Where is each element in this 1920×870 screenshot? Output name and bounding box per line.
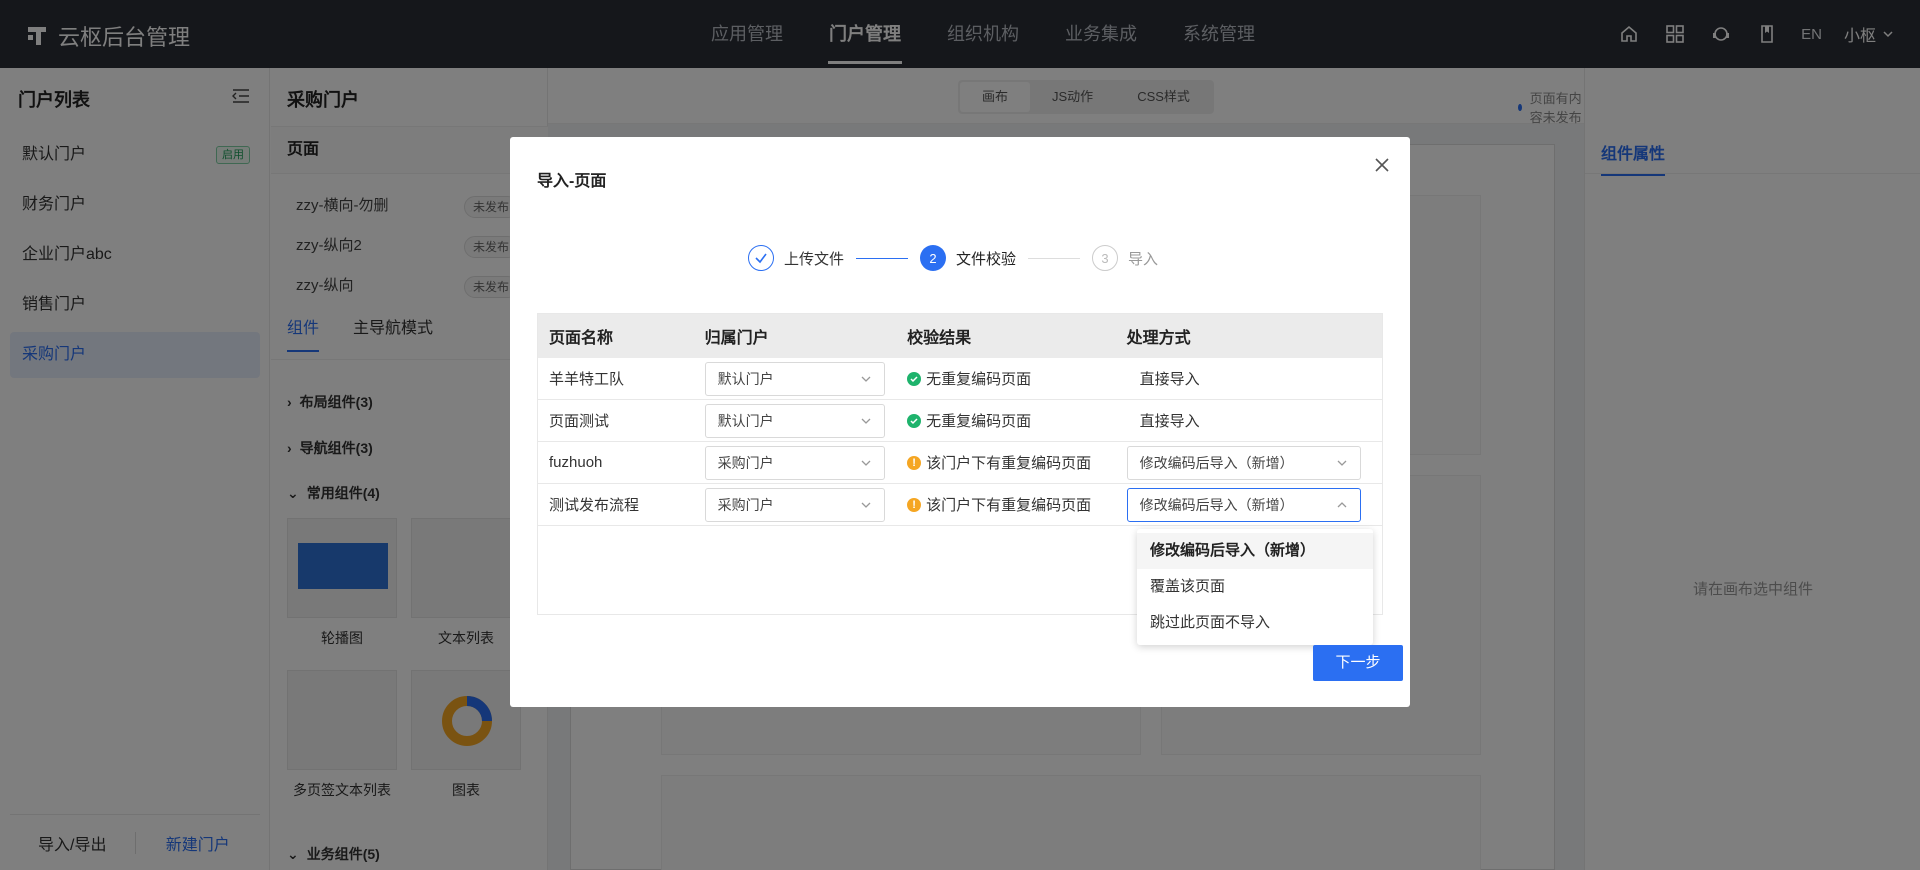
check-icon xyxy=(748,245,774,271)
step-label: 文件校验 xyxy=(956,250,1017,268)
column-header: 处理方式 xyxy=(1126,330,1191,347)
portal-select[interactable]: 采购门户 xyxy=(704,487,885,522)
step-upload: 上传文件 xyxy=(748,245,844,271)
success-check-icon xyxy=(907,413,922,428)
chevron-down-icon xyxy=(861,502,871,508)
page-name: 测试发布流程 xyxy=(549,497,640,514)
select-value: 修改编码后导入（新增） xyxy=(1139,454,1294,471)
close-icon[interactable] xyxy=(1374,157,1390,177)
import-page-dialog: 导入-页面 上传文件 2 文件校验 3 导入 页面名称 归属门户 校验结果 处理… xyxy=(510,137,1410,707)
table-row: fuzhuoh 采购门户 ! 该门户下有重复编码页面 修改编码后导入（新增） xyxy=(538,442,1382,484)
warning-icon: ! xyxy=(907,455,922,470)
select-value: 采购门户 xyxy=(717,454,774,471)
step-connector xyxy=(856,257,909,259)
step-number: 3 xyxy=(1092,245,1119,271)
dropdown-option[interactable]: 修改编码后导入（新增） xyxy=(1137,533,1373,569)
dialog-title: 导入-页面 xyxy=(537,173,607,190)
handling-method: 直接导入 xyxy=(1139,413,1200,430)
page-name: fuzhuoh xyxy=(549,454,603,471)
next-step-button[interactable]: 下一步 xyxy=(1313,645,1403,681)
dropdown-option[interactable]: 跳过此页面不导入 xyxy=(1137,605,1373,641)
page-name: 羊羊特工队 xyxy=(549,371,625,388)
portal-select[interactable]: 默认门户 xyxy=(704,361,885,396)
steps-indicator: 上传文件 2 文件校验 3 导入 xyxy=(748,245,1158,271)
validation-result: 无重复编码页面 xyxy=(926,371,1032,388)
portal-select[interactable]: 采购门户 xyxy=(704,445,885,480)
validation-result: 该门户下有重复编码页面 xyxy=(926,455,1092,472)
dropdown-option[interactable]: 覆盖该页面 xyxy=(1137,569,1373,605)
handling-method: 直接导入 xyxy=(1139,371,1200,388)
chevron-down-icon xyxy=(861,376,871,382)
step-connector xyxy=(1028,257,1081,259)
step-number: 2 xyxy=(920,245,947,271)
chevron-down-icon xyxy=(1337,460,1347,466)
column-header: 校验结果 xyxy=(907,330,972,347)
chevron-down-icon xyxy=(861,418,871,424)
warning-icon: ! xyxy=(907,497,922,512)
step-label: 上传文件 xyxy=(784,250,845,268)
select-value: 采购门户 xyxy=(717,496,774,513)
chevron-up-icon xyxy=(1337,501,1347,507)
chevron-down-icon xyxy=(861,460,871,466)
column-header: 页面名称 xyxy=(549,330,614,347)
step-label: 导入 xyxy=(1128,250,1159,268)
select-value: 默认门户 xyxy=(717,370,774,387)
handling-select[interactable]: 修改编码后导入（新增） xyxy=(1126,487,1361,522)
table-row: 测试发布流程 采购门户 ! 该门户下有重复编码页面 修改编码后导入（新增） xyxy=(538,484,1382,526)
validation-result: 该门户下有重复编码页面 xyxy=(926,497,1092,514)
table-header: 页面名称 归属门户 校验结果 处理方式 xyxy=(538,314,1382,358)
handling-dropdown-menu: 修改编码后导入（新增） 覆盖该页面 跳过此页面不导入 xyxy=(1137,529,1373,645)
table-row: 页面测试 默认门户 无重复编码页面 直接导入 xyxy=(538,400,1382,442)
step-import: 3 导入 xyxy=(1092,245,1158,271)
validation-result: 无重复编码页面 xyxy=(926,413,1032,430)
success-check-icon xyxy=(907,371,922,386)
portal-select[interactable]: 默认门户 xyxy=(704,403,885,438)
table-row: 羊羊特工队 默认门户 无重复编码页面 直接导入 xyxy=(538,358,1382,400)
column-header: 归属门户 xyxy=(704,330,769,347)
page-name: 页面测试 xyxy=(549,413,610,430)
select-value: 默认门户 xyxy=(717,412,774,429)
handling-select[interactable]: 修改编码后导入（新增） xyxy=(1126,445,1361,480)
select-value: 修改编码后导入（新增） xyxy=(1139,496,1294,513)
step-validate: 2 文件校验 xyxy=(920,245,1016,271)
